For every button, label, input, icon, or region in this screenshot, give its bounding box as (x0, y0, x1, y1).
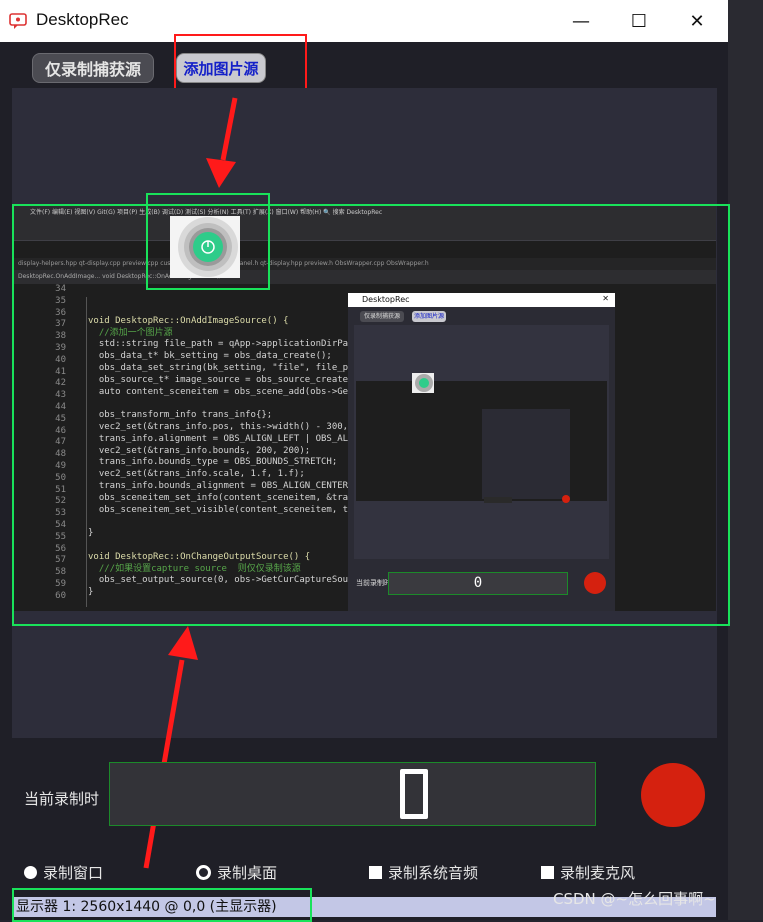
arrow-down-icon (206, 158, 236, 188)
radio-selected-icon (196, 865, 211, 880)
record-sys-audio-option[interactable]: 录制系统音频 (369, 862, 478, 883)
record-desktop-label: 录制桌面 (217, 862, 277, 883)
record-mic-option[interactable]: 录制麦克风 (541, 862, 635, 883)
record-window-option[interactable]: 录制窗口 (24, 862, 103, 883)
annotation-highlight-green-status (12, 888, 312, 922)
record-button[interactable] (641, 763, 705, 827)
watermark: CSDN @~怎么回事啊~ (553, 888, 716, 909)
checkbox-icon (369, 866, 382, 879)
recording-time-display: 0 (109, 762, 596, 826)
recording-time-label: 当前录制时 (24, 788, 99, 809)
record-desktop-option[interactable]: 录制桌面 (196, 862, 277, 883)
checkbox-icon (541, 866, 554, 879)
record-mic-label: 录制麦克风 (560, 862, 635, 883)
record-window-label: 录制窗口 (43, 862, 103, 883)
record-sys-audio-label: 录制系统音频 (388, 862, 478, 883)
radio-filled-icon (24, 866, 37, 879)
arrow-up-icon (168, 626, 198, 660)
seven-segment-digit: 0 (400, 769, 428, 819)
